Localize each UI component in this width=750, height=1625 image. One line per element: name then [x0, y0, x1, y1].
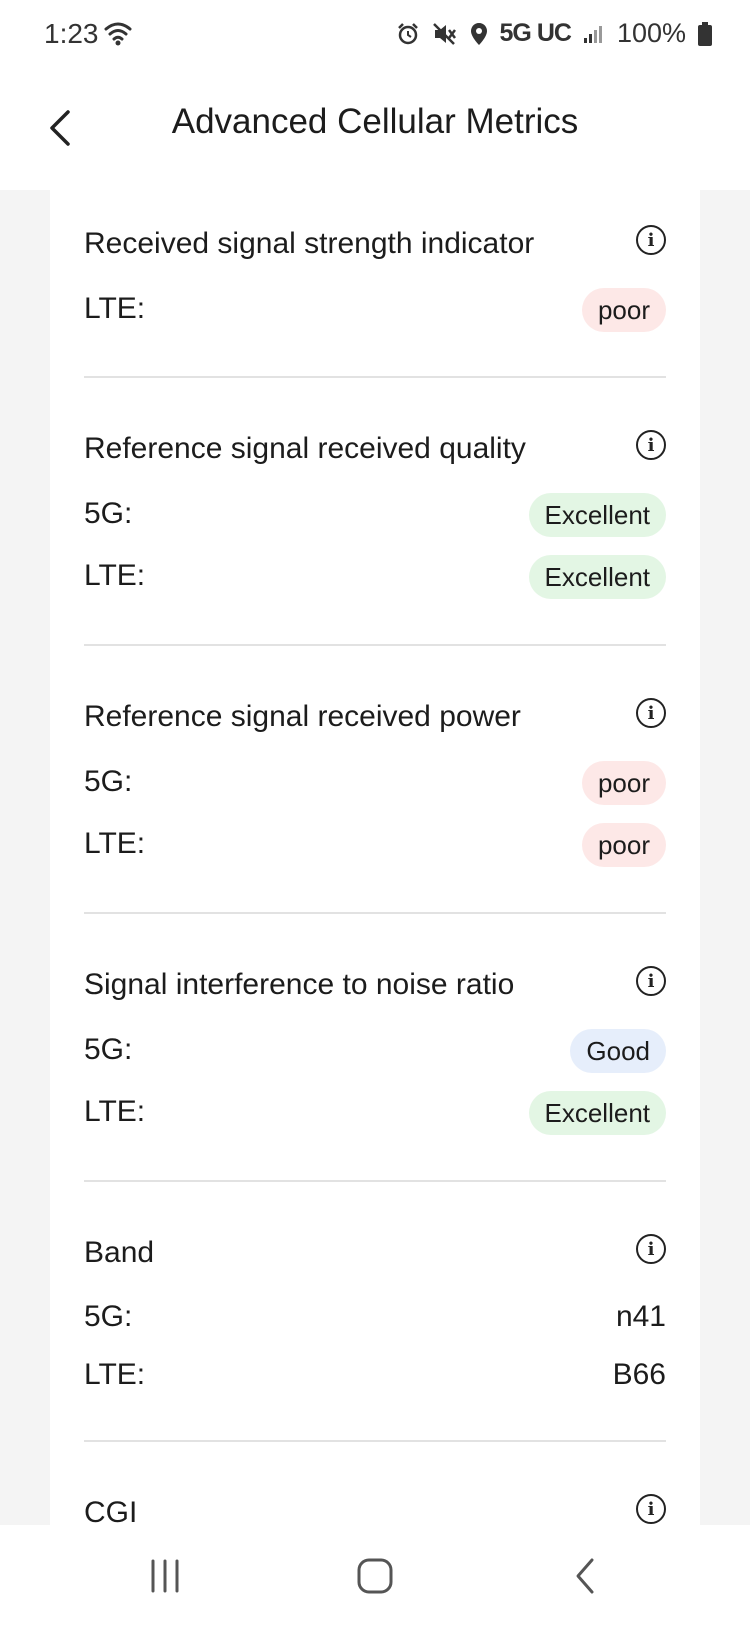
row-label: LTE:: [84, 827, 146, 860]
content-area[interactable]: Received signal strength indicator i LTE…: [0, 190, 750, 1525]
status-badge: Excellent: [528, 493, 666, 537]
system-nav-bar: [0, 1525, 750, 1625]
section-rssi: Received signal strength indicator i LTE…: [84, 190, 666, 378]
row-label: LTE:: [84, 292, 146, 325]
status-badge: poor: [581, 823, 666, 867]
info-icon[interactable]: i: [636, 1234, 666, 1264]
section-band: Band i 5G: n41 LTE: B66: [84, 1182, 666, 1442]
row-label: LTE:: [84, 559, 146, 592]
back-icon: [576, 1558, 594, 1594]
row-label: 5G:: [84, 765, 133, 798]
page-title: Advanced Cellular Metrics: [171, 102, 579, 141]
info-icon[interactable]: i: [636, 966, 666, 996]
info-icon[interactable]: i: [636, 1494, 666, 1524]
status-time: 1:23: [44, 18, 99, 49]
band-value: B66: [612, 1358, 666, 1391]
info-icon[interactable]: i: [636, 225, 666, 255]
row-label: 5G:: [84, 1300, 133, 1333]
section-cgi: CGI i: [84, 1442, 666, 1525]
section-title: Reference signal received quality: [84, 432, 526, 465]
row-label: LTE:: [84, 1095, 146, 1128]
status-badge: poor: [581, 288, 666, 332]
network-type: 5G UC: [499, 19, 572, 47]
recent-apps-icon: [151, 1559, 179, 1593]
battery-percent: 100%: [616, 18, 686, 48]
section-rsrq: Reference signal received quality i 5G: …: [84, 378, 666, 646]
alarm-icon: [396, 22, 420, 46]
location-icon: [470, 22, 488, 46]
mute-icon: [432, 22, 458, 46]
recent-apps-button[interactable]: [135, 1553, 195, 1599]
section-title: Received signal strength indicator: [84, 227, 535, 260]
row-label: 5G:: [84, 1033, 133, 1066]
status-bar: 1:23 5G UC 100%: [0, 0, 750, 72]
wifi-icon: [104, 20, 132, 51]
status-badge: Good: [570, 1029, 666, 1073]
home-button[interactable]: [345, 1553, 405, 1599]
section-title: CGI: [84, 1496, 138, 1525]
app-header: Advanced Cellular Metrics: [0, 72, 750, 190]
section-sinr: Signal interference to noise ratio i 5G:…: [84, 914, 666, 1182]
status-badge: Excellent: [528, 555, 666, 599]
band-value: n41: [615, 1300, 666, 1333]
status-badge: poor: [581, 761, 666, 805]
section-title: Signal interference to noise ratio: [84, 968, 515, 1001]
nav-back-button[interactable]: [555, 1553, 615, 1599]
info-icon[interactable]: i: [636, 430, 666, 460]
home-icon: [357, 1558, 393, 1594]
battery-icon: [698, 21, 712, 46]
row-label: 5G:: [84, 497, 133, 530]
row-label: LTE:: [84, 1358, 146, 1391]
section-rsrp: Reference signal received power i 5G: po…: [84, 646, 666, 914]
section-title: Band: [84, 1236, 155, 1269]
section-title: Reference signal received power: [84, 700, 521, 733]
status-badge: Excellent: [528, 1091, 666, 1135]
info-icon[interactable]: i: [636, 698, 666, 728]
signal-icon: [583, 24, 605, 44]
metrics-card: Received signal strength indicator i LTE…: [50, 190, 700, 1525]
